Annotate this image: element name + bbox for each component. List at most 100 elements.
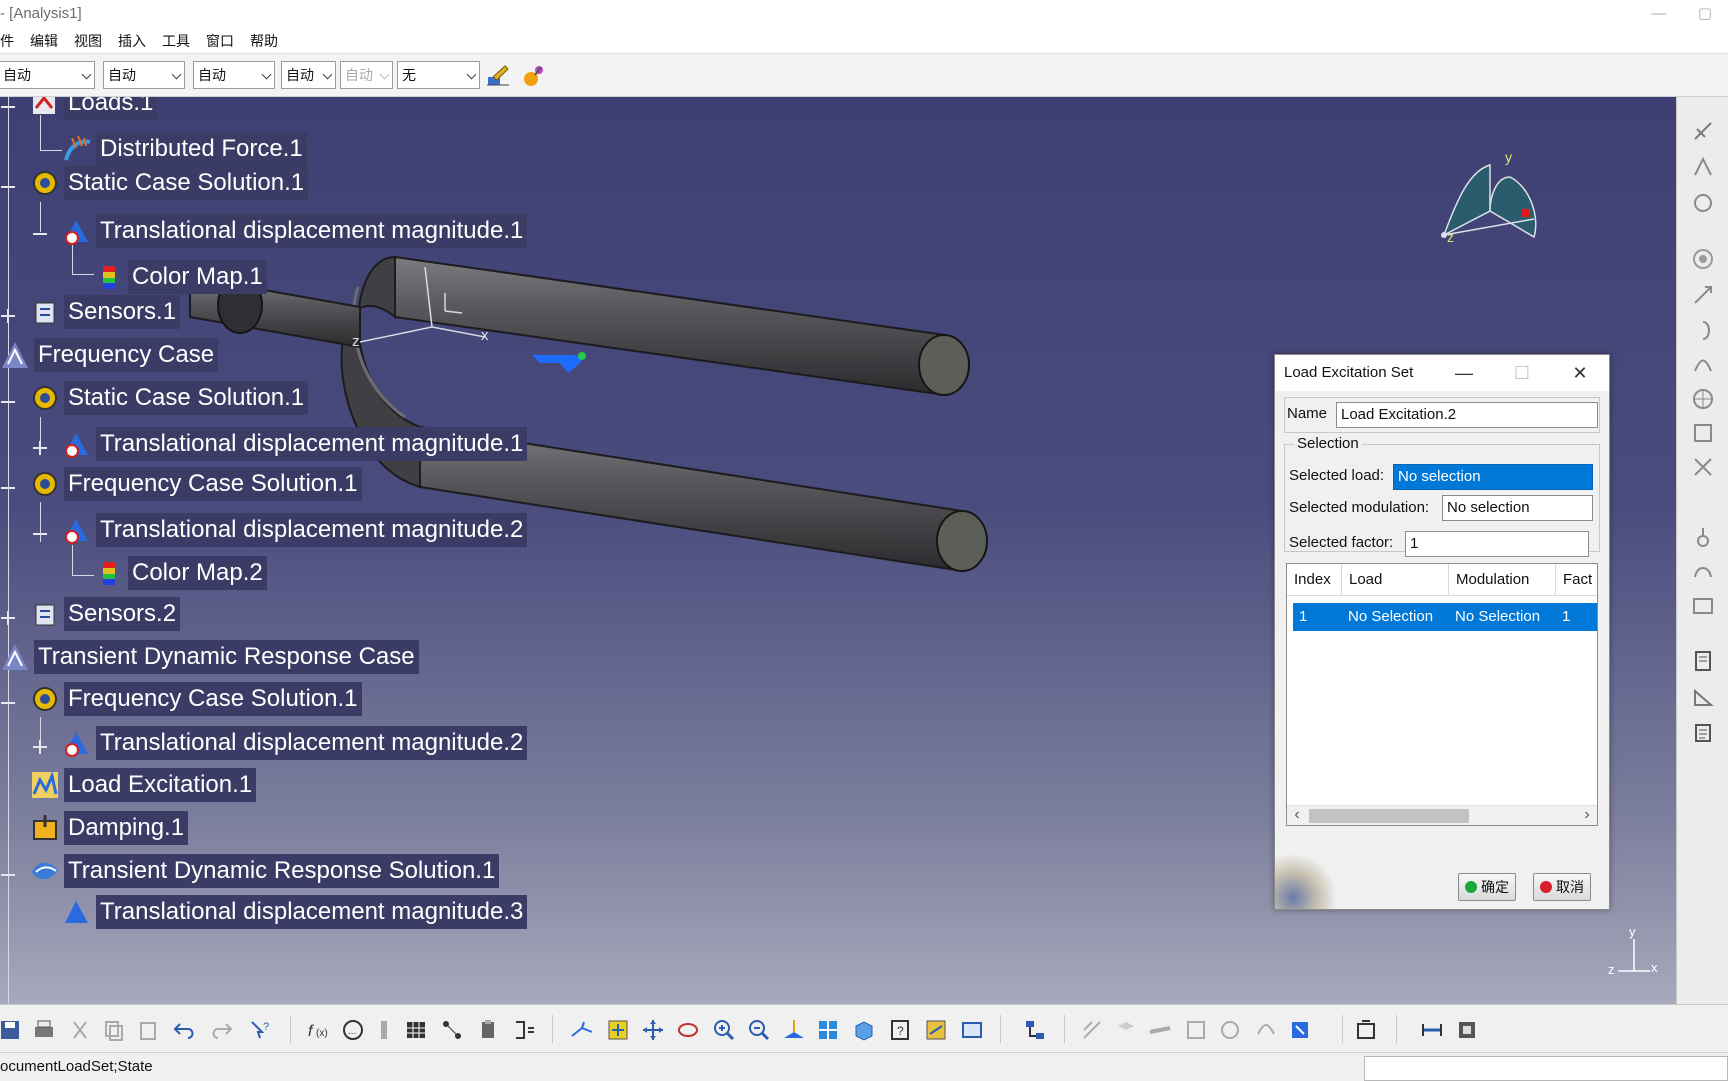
tree-node-displacement-1[interactable]: Translational displacement magnitude.1 — [62, 213, 528, 249]
tree-node-transient-case[interactable]: Transient Dynamic Response Case — [0, 639, 419, 675]
column-header-factor[interactable]: Fact — [1556, 564, 1597, 596]
mesh-icon[interactable] — [1080, 1018, 1104, 1042]
slider-icon[interactable] — [1691, 191, 1715, 215]
knowledge-icon[interactable]: ... — [341, 1018, 365, 1042]
imported-force-icon[interactable] — [1691, 455, 1715, 479]
menu-window[interactable]: 窗口 — [198, 28, 242, 54]
cancel-button[interactable]: 取消 — [1533, 873, 1591, 901]
tree-node-loads[interactable]: Loads.1 — [30, 97, 158, 121]
tree-node-displacement-2[interactable]: Translational displacement magnitude.2 — [62, 512, 528, 548]
save-icon[interactable] — [0, 1018, 22, 1042]
connection-icon[interactable] — [1254, 1018, 1278, 1042]
zoom-in-icon[interactable] — [712, 1018, 736, 1042]
column-header-index[interactable]: Index — [1287, 564, 1342, 596]
layer-combo[interactable]: 无 — [397, 61, 480, 89]
line-thickness-combo[interactable]: 自动 — [193, 61, 275, 89]
tree-node-displacement-3[interactable]: Translational displacement magnitude.3 — [62, 894, 528, 930]
collapse-toggle[interactable] — [1, 868, 15, 882]
tree-node-color-map-1[interactable]: Color Map.1 — [94, 259, 267, 295]
shading-icon[interactable] — [960, 1018, 984, 1042]
generate-report-icon[interactable] — [1691, 721, 1715, 745]
tree-node-frequency-case[interactable]: Frequency Case — [0, 337, 219, 373]
octree-icon[interactable] — [1114, 1018, 1138, 1042]
formula-icon[interactable]: f (x) — [306, 1018, 330, 1042]
point-type-combo[interactable]: 自动 — [340, 61, 393, 89]
macro-icon[interactable] — [372, 1018, 396, 1042]
redo-icon[interactable] — [210, 1018, 234, 1042]
analysis-assembly-icon[interactable] — [1288, 1018, 1312, 1042]
tree-node-color-map-2[interactable]: Color Map.2 — [94, 555, 267, 591]
expand-toggle[interactable] — [1, 611, 15, 625]
transparency-combo[interactable]: 自动 — [103, 61, 185, 89]
copy-icon[interactable] — [102, 1018, 126, 1042]
dialog-minimize-button[interactable]: — — [1435, 355, 1493, 391]
properties-painter-icon[interactable] — [521, 63, 547, 89]
minimize-window-button[interactable]: — — [1636, 0, 1682, 28]
collapse-toggle[interactable] — [33, 527, 47, 541]
collapse-toggle[interactable] — [1, 180, 15, 194]
maximize-window-button[interactable]: ▢ — [1682, 0, 1728, 28]
tree-node-displacement-1b[interactable]: Translational displacement magnitude.1 — [62, 426, 528, 462]
compute-icon[interactable] — [1691, 559, 1715, 583]
force-icon[interactable] — [1691, 283, 1715, 307]
collapse-toggle[interactable] — [1, 100, 15, 114]
menu-help[interactable]: 帮助 — [242, 28, 286, 54]
menu-view[interactable]: 视图 — [66, 28, 110, 54]
tree-node-distributed-force[interactable]: Distributed Force.1 — [62, 131, 307, 167]
tree-node-frequency-case-solution[interactable]: Frequency Case Solution.1 — [30, 466, 362, 502]
report-icon[interactable] — [1691, 649, 1715, 673]
ok-button[interactable]: 确定 — [1458, 873, 1516, 901]
fly-icon[interactable] — [570, 1018, 594, 1042]
scrollbar-thumb[interactable] — [1309, 809, 1469, 823]
selected-modulation-field[interactable]: No selection — [1442, 495, 1593, 521]
horizontal-scrollbar[interactable]: ‹ › — [1287, 805, 1597, 825]
measure-icon[interactable] — [1420, 1018, 1444, 1042]
hide-show-icon[interactable]: ? — [888, 1018, 912, 1042]
swap-space-icon[interactable] — [924, 1018, 948, 1042]
menu-file[interactable]: 件 — [0, 28, 22, 54]
temperature-icon[interactable] — [1691, 525, 1715, 549]
tree-node-sensors-2[interactable]: Sensors.2 — [30, 596, 181, 632]
tree-node-static-case-solution-2[interactable]: Static Case Solution.1 — [30, 380, 309, 416]
tree-node-sensors-1[interactable]: Sensors.1 — [30, 294, 181, 330]
rotate-icon[interactable] — [676, 1018, 700, 1042]
tree-node-load-excitation[interactable]: Load Excitation.1 — [30, 767, 257, 803]
rotation-icon[interactable] — [1691, 387, 1715, 411]
multi-view-icon[interactable] — [816, 1018, 840, 1042]
compass-icon[interactable] — [1430, 157, 1590, 257]
table-row[interactable]: 1 No Selection No Selection 1 — [1293, 603, 1597, 631]
selected-load-field[interactable]: No selection — [1393, 464, 1593, 490]
dialog-close-button[interactable]: ✕ — [1551, 355, 1609, 391]
collapse-toggle[interactable] — [33, 227, 47, 241]
print-icon[interactable] — [32, 1018, 56, 1042]
tree-expand-icon[interactable] — [1023, 1018, 1047, 1042]
command-input[interactable] — [1364, 1056, 1728, 1081]
table-icon[interactable] — [404, 1018, 428, 1042]
column-header-modulation[interactable]: Modulation — [1449, 564, 1556, 596]
update-icon[interactable] — [1354, 1018, 1378, 1042]
moment-icon[interactable] — [1691, 319, 1715, 343]
acceleration-icon[interactable] — [1691, 353, 1715, 377]
iso-view-icon[interactable] — [852, 1018, 876, 1042]
collapse-toggle[interactable] — [1, 481, 15, 495]
scroll-right-arrow[interactable]: › — [1577, 806, 1597, 825]
menu-tools[interactable]: 工具 — [154, 28, 198, 54]
name-field[interactable]: Load Excitation.2 — [1336, 402, 1598, 428]
cut-icon[interactable] — [68, 1018, 92, 1042]
tree-node-transient-solution[interactable]: Transient Dynamic Response Solution.1 — [30, 853, 500, 889]
undo-icon[interactable] — [172, 1018, 196, 1042]
expand-toggle[interactable] — [33, 740, 47, 754]
pressure-icon[interactable] — [1691, 247, 1715, 271]
color-combo[interactable]: 自动 — [0, 61, 95, 89]
expand-toggle[interactable] — [33, 441, 47, 455]
design-table-icon[interactable] — [440, 1018, 464, 1042]
collapse-toggle[interactable] — [1, 696, 15, 710]
catalog-icon[interactable] — [476, 1018, 500, 1042]
tree-node-damping[interactable]: Damping.1 — [30, 810, 189, 846]
material-icon[interactable] — [1218, 1018, 1242, 1042]
restraint-icon[interactable] — [1691, 119, 1715, 143]
dialog-title-bar[interactable]: Load Excitation Set — ☐ ✕ — [1275, 355, 1609, 391]
image-icon[interactable] — [1691, 593, 1715, 617]
clamp-icon[interactable] — [1691, 155, 1715, 179]
bearing-load-icon[interactable] — [1691, 421, 1715, 445]
